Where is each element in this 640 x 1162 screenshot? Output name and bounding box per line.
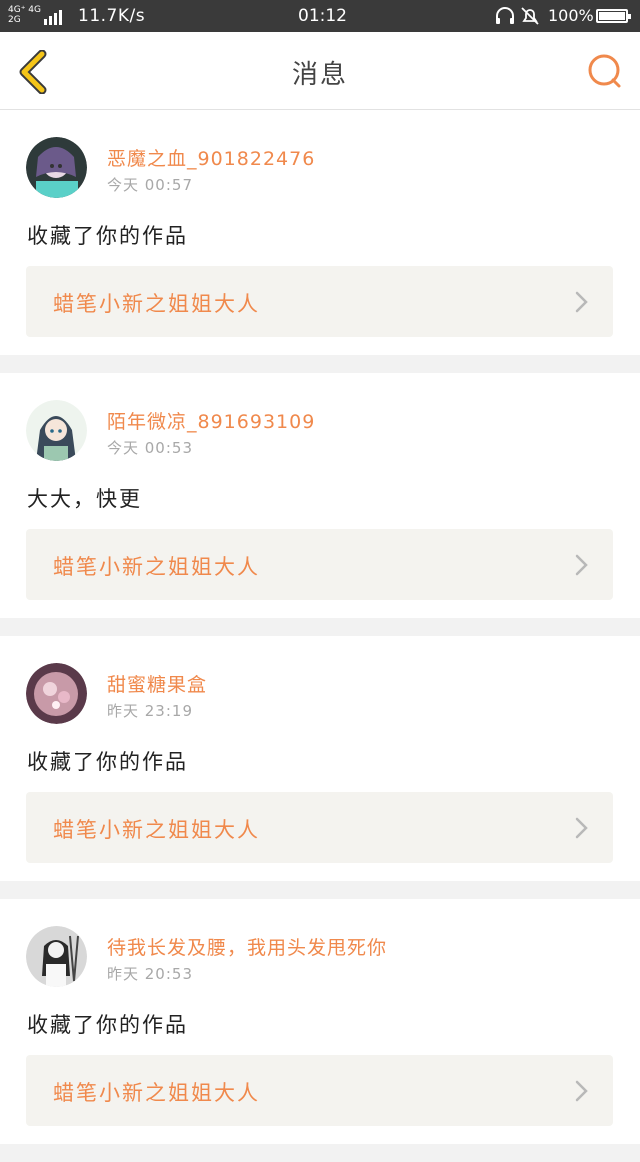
- work-link[interactable]: 蜡笔小新之姐姐大人: [26, 266, 613, 337]
- battery-percent: 100%: [548, 6, 594, 25]
- work-link[interactable]: 蜡笔小新之姐姐大人: [26, 529, 613, 600]
- headset-icon: [496, 7, 514, 24]
- work-title: 蜡笔小新之姐姐大人: [53, 1081, 260, 1105]
- page-title: 消息: [291, 60, 348, 90]
- work-link[interactable]: 蜡笔小新之姐姐大人: [26, 1055, 613, 1126]
- message-time: 昨天 20:53: [107, 965, 193, 983]
- bell-muted-icon: [521, 7, 539, 25]
- message-time: 昨天 23:19: [107, 702, 193, 720]
- message-card: 甜蜜糖果盒 昨天 23:19 收藏了你的作品 蜡笔小新之姐姐大人: [0, 636, 640, 881]
- message-card: 待我长发及腰，我用头发甩死你 昨天 20:53 收藏了你的作品 蜡笔小新之姐姐大…: [0, 899, 640, 1144]
- chevron-right-icon: [575, 291, 588, 313]
- network-type: 4G⁺ 4G 2G: [8, 5, 42, 25]
- work-title: 蜡笔小新之姐姐大人: [53, 555, 260, 579]
- search-icon[interactable]: [584, 51, 624, 91]
- clock: 01:12: [298, 6, 347, 26]
- status-bar: 4G⁺ 4G 2G 11.7K/s 01:12 100%: [0, 0, 640, 32]
- work-link[interactable]: 蜡笔小新之姐姐大人: [26, 792, 613, 863]
- work-title: 蜡笔小新之姐姐大人: [53, 292, 260, 316]
- sender-name[interactable]: 甜蜜糖果盒: [107, 670, 207, 697]
- sender-name[interactable]: 待我长发及腰，我用头发甩死你: [107, 933, 387, 960]
- message-text: 收藏了你的作品: [27, 224, 188, 248]
- message-text: 收藏了你的作品: [27, 1013, 188, 1037]
- chevron-right-icon: [575, 817, 588, 839]
- message-time: 今天 00:57: [107, 176, 193, 194]
- top-navbar: 消息: [0, 32, 640, 110]
- message-list: 恶魔之血_901822476 今天 00:57 收藏了你的作品 蜡笔小新之姐姐大…: [0, 110, 640, 1162]
- message-text: 大大，快更: [27, 487, 142, 511]
- avatar[interactable]: [26, 400, 87, 461]
- work-title: 蜡笔小新之姐姐大人: [53, 818, 260, 842]
- sender-name[interactable]: 恶魔之血_901822476: [107, 144, 315, 171]
- battery-icon: [596, 9, 631, 23]
- chevron-right-icon: [575, 554, 588, 576]
- signal-icon: [44, 10, 62, 25]
- avatar[interactable]: [26, 137, 87, 198]
- message-card: 陌年微凉_891693109 今天 00:53 大大，快更 蜡笔小新之姐姐大人: [0, 373, 640, 618]
- avatar[interactable]: [26, 926, 87, 987]
- sender-name[interactable]: 陌年微凉_891693109: [107, 407, 315, 434]
- avatar[interactable]: [26, 663, 87, 724]
- message-text: 收藏了你的作品: [27, 750, 188, 774]
- message-time: 今天 00:53: [107, 439, 193, 457]
- message-card: 恶魔之血_901822476 今天 00:57 收藏了你的作品 蜡笔小新之姐姐大…: [0, 110, 640, 355]
- chevron-right-icon: [575, 1080, 588, 1102]
- network-speed: 11.7K/s: [78, 6, 146, 26]
